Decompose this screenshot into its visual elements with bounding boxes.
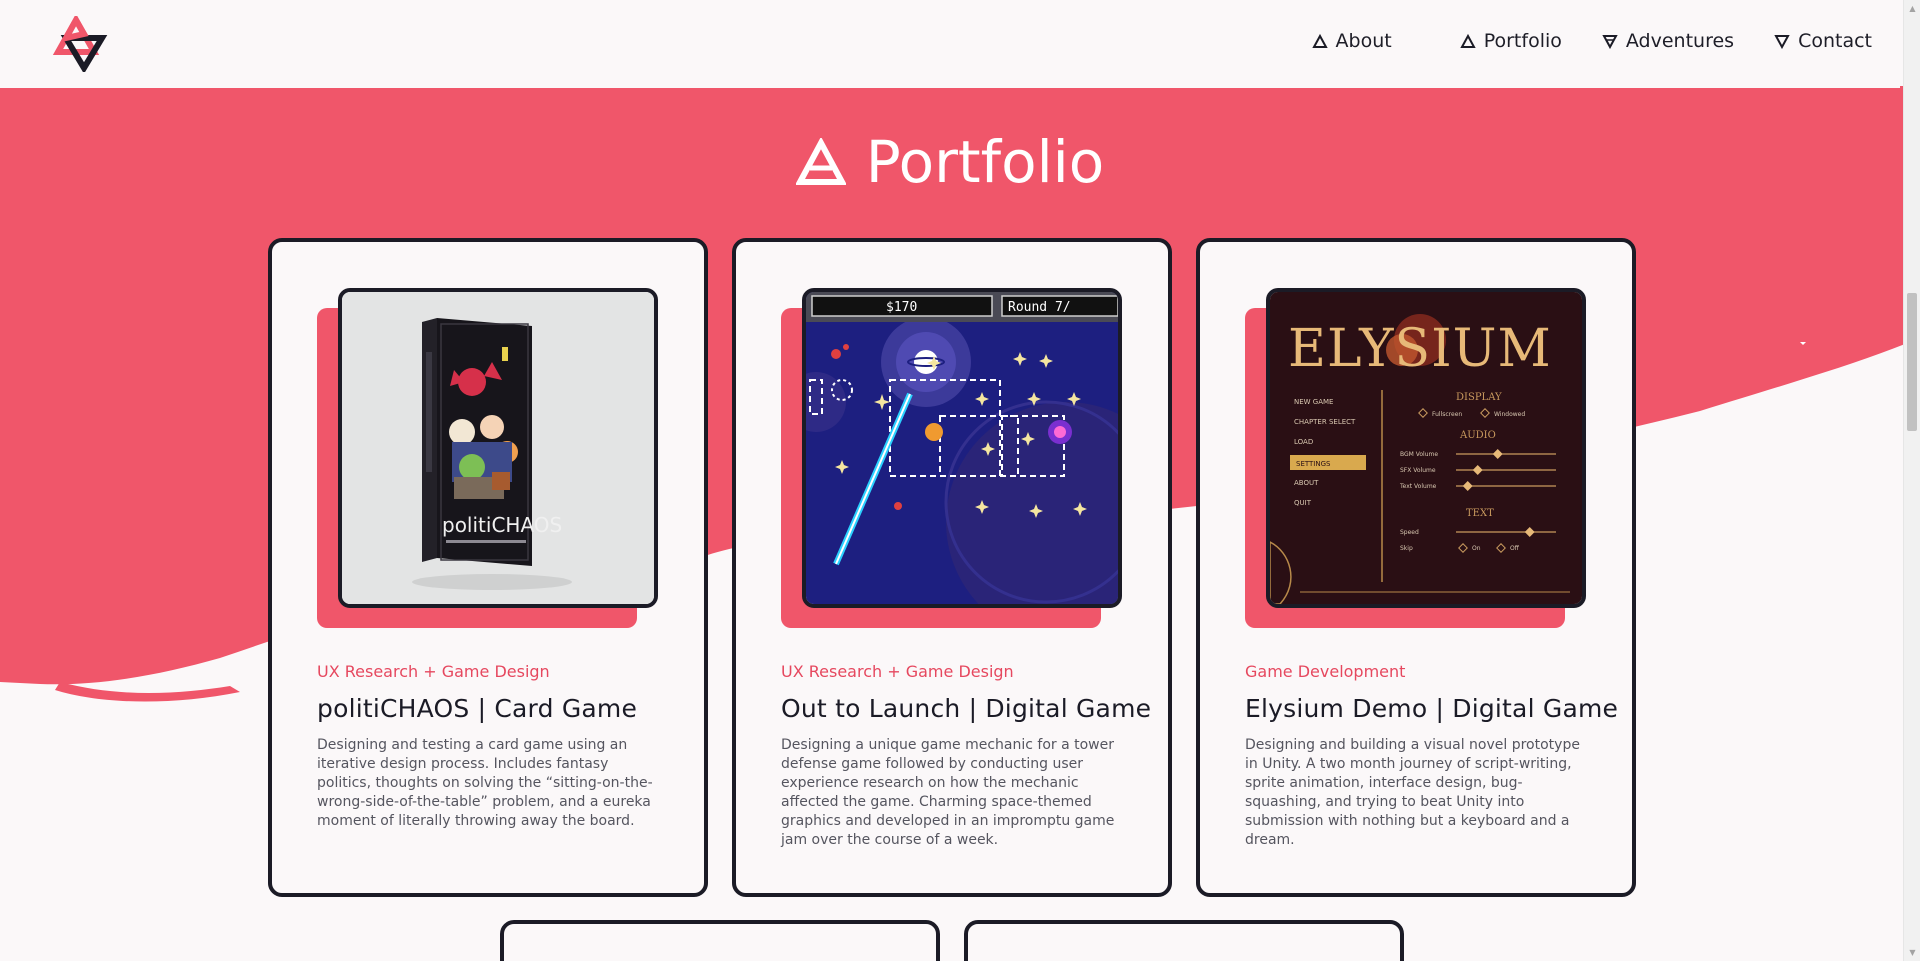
option-text: SFX Volume — [1400, 467, 1436, 474]
portfolio-card-elysium[interactable]: ELYSIUM NEW GAME CHAPTER SELECT LOAD SET… — [1196, 238, 1636, 897]
main-nav: About Portfolio Adventures Contact — [1311, 30, 1872, 52]
card-category: UX Research + Game Design — [317, 662, 550, 681]
card-thumbnail[interactable]: politiCHAOS — [338, 288, 658, 608]
scroll-up-arrow-icon[interactable]: ▲ — [1904, 0, 1920, 17]
scrollbar-thumb[interactable] — [1907, 293, 1917, 431]
card-thumbnail[interactable]: $170 Round 7/ — [802, 288, 1122, 608]
card-image-frame: politiCHAOS — [317, 288, 658, 633]
menu-item-text: CHAPTER SELECT — [1294, 418, 1356, 426]
game-menu-screenshot: ELYSIUM NEW GAME CHAPTER SELECT LOAD SET… — [1270, 292, 1582, 604]
logo-icon — [52, 13, 108, 74]
card-category: Game Development — [1245, 662, 1406, 681]
nav-portfolio[interactable]: Portfolio — [1460, 30, 1562, 52]
money-text: $170 — [886, 300, 917, 315]
nav-contact[interactable]: Contact — [1774, 30, 1872, 52]
option-text: Speed — [1400, 529, 1419, 536]
menu-item-text: ABOUT — [1294, 479, 1319, 487]
site-logo[interactable] — [52, 13, 108, 74]
option-text: BGM Volume — [1400, 451, 1438, 458]
card-category: UX Research + Game Design — [781, 662, 1014, 681]
card-thumbnail[interactable]: ELYSIUM NEW GAME CHAPTER SELECT LOAD SET… — [1266, 288, 1586, 608]
option-text: On — [1472, 545, 1481, 552]
card-description: Designing and testing a card game using … — [317, 737, 653, 829]
triangle-up-icon — [1311, 33, 1328, 48]
card-title[interactable]: Elysium Demo | Digital Game — [1245, 694, 1618, 723]
nav-about-label: About — [1335, 30, 1392, 52]
option-text: Windowed — [1494, 411, 1525, 418]
card-title[interactable]: politiCHAOS | Card Game — [317, 694, 637, 723]
option-text: Text Volume — [1399, 483, 1437, 490]
card-image-frame: ELYSIUM NEW GAME CHAPTER SELECT LOAD SET… — [1245, 288, 1586, 633]
triangle-down-icon — [1774, 35, 1790, 49]
card-description: Designing and building a visual novel pr… — [1245, 737, 1580, 848]
triangle-up-icon — [795, 138, 846, 185]
portfolio-card-partial[interactable] — [500, 920, 940, 961]
round-text: Round 7/ — [1008, 300, 1071, 315]
scroll-down-arrow-icon[interactable]: ▼ — [1904, 944, 1920, 961]
card-title[interactable]: Out to Launch | Digital Game — [781, 694, 1151, 723]
card-box-photo: politiCHAOS — [342, 292, 654, 604]
game-screenshot: $170 Round 7/ — [806, 292, 1118, 604]
triangle-up-icon — [1460, 33, 1476, 48]
nav-about[interactable]: About — [1311, 30, 1392, 52]
settings-heading: DISPLAY — [1456, 392, 1502, 403]
nav-adventures[interactable]: Adventures — [1602, 30, 1734, 52]
portfolio-card-out-to-launch[interactable]: $170 Round 7/ UX Research + Game Design … — [732, 238, 1172, 897]
menu-item-text: NEW GAME — [1294, 398, 1333, 406]
portfolio-card-partial[interactable] — [964, 920, 1404, 961]
page-scrollbar[interactable]: ▲ ▼ — [1903, 0, 1920, 961]
nav-portfolio-label: Portfolio — [1483, 30, 1562, 52]
nav-adventures-label: Adventures — [1625, 30, 1735, 52]
option-text: Fullscreen — [1432, 411, 1462, 418]
option-text: Skip — [1400, 545, 1413, 552]
settings-heading: TEXT — [1466, 508, 1494, 519]
card-description: Designing a unique game mechanic for a t… — [781, 737, 1115, 848]
portfolio-card-politichaos[interactable]: politiCHAOS UX Research + Game Design po… — [268, 238, 708, 897]
box-brand-text: politiCHAOS — [442, 513, 562, 537]
elysium-logo-text: ELYSIUM — [1288, 319, 1552, 379]
settings-heading: AUDIO — [1459, 430, 1496, 441]
nav-contact-label: Contact — [1798, 30, 1872, 52]
menu-item-text: QUIT — [1294, 499, 1312, 507]
option-text: Off — [1510, 545, 1520, 552]
site-header: About Portfolio Adventures Contact — [0, 0, 1900, 88]
section-title-text: Portfolio — [865, 128, 1105, 196]
menu-item-text: SETTINGS — [1296, 460, 1331, 468]
triangle-down-icon — [1602, 35, 1618, 49]
menu-item-text: LOAD — [1294, 438, 1313, 446]
section-heading: Portfolio — [0, 128, 1900, 196]
card-image-frame: $170 Round 7/ — [781, 288, 1122, 633]
